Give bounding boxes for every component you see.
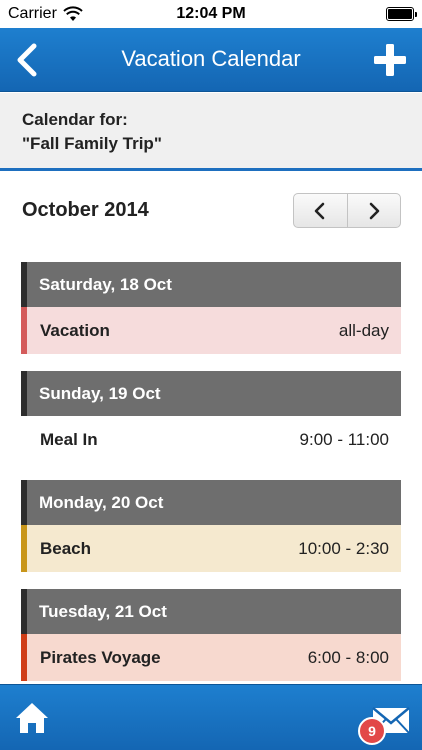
event-row[interactable]: Meal In 9:00 - 11:00 [21, 416, 401, 463]
event-title: Vacation [40, 320, 110, 340]
day-header: Sunday, 19 Oct [21, 371, 401, 416]
add-event-button[interactable] [372, 42, 408, 78]
event-title: Beach [40, 538, 92, 558]
day-list: Saturday, 18 Oct Vacation all-day Sunday… [21, 262, 401, 698]
day-header: Tuesday, 21 Oct [21, 589, 401, 634]
plus-icon [374, 44, 406, 76]
day-group: Saturday, 18 Oct Vacation all-day [21, 262, 401, 354]
chevron-left-icon [314, 202, 325, 219]
day-group: Monday, 20 Oct Beach 10:00 - 2:30 [21, 480, 401, 572]
event-title: Meal In [40, 429, 98, 449]
next-month-button[interactable] [346, 194, 401, 227]
calendar-name: "Fall Family Trip" [22, 134, 162, 153]
battery-fill [388, 9, 412, 19]
event-time: 9:00 - 11:00 [299, 429, 389, 449]
month-navigator [293, 193, 401, 228]
month-title: October 2014 [22, 199, 149, 221]
home-button[interactable] [14, 701, 50, 735]
event-time: 6:00 - 8:00 [307, 647, 389, 667]
status-bar: Carrier 12:04 PM [0, 0, 422, 28]
previous-month-button[interactable] [294, 194, 347, 227]
battery-icon [386, 7, 417, 21]
calendar-for-label: Calendar for: [22, 110, 128, 129]
tab-bar [0, 684, 422, 750]
calendar-info-panel: Calendar for: "Fall Family Trip" [0, 93, 422, 171]
day-header: Monday, 20 Oct [21, 480, 401, 525]
day-header: Saturday, 18 Oct [21, 262, 401, 307]
event-title: Pirates Voyage [40, 647, 161, 667]
chevron-right-icon [369, 202, 380, 219]
event-time: 10:00 - 2:30 [298, 538, 389, 558]
status-time: 12:04 PM [176, 5, 246, 22]
page-title: Vacation Calendar [121, 46, 301, 71]
nav-bar: Vacation Calendar [0, 28, 422, 92]
event-row[interactable]: Beach 10:00 - 2:30 [21, 525, 401, 572]
unread-badge: 9 [358, 717, 386, 745]
event-time: all-day [338, 320, 389, 340]
home-icon [16, 703, 48, 733]
event-row[interactable]: Vacation all-day [21, 307, 401, 354]
day-group: Sunday, 19 Oct Meal In 9:00 - 11:00 [21, 371, 401, 463]
day-group: Tuesday, 21 Oct Pirates Voyage 6:00 - 8:… [21, 589, 401, 681]
event-row[interactable]: Pirates Voyage 6:00 - 8:00 [21, 634, 401, 681]
